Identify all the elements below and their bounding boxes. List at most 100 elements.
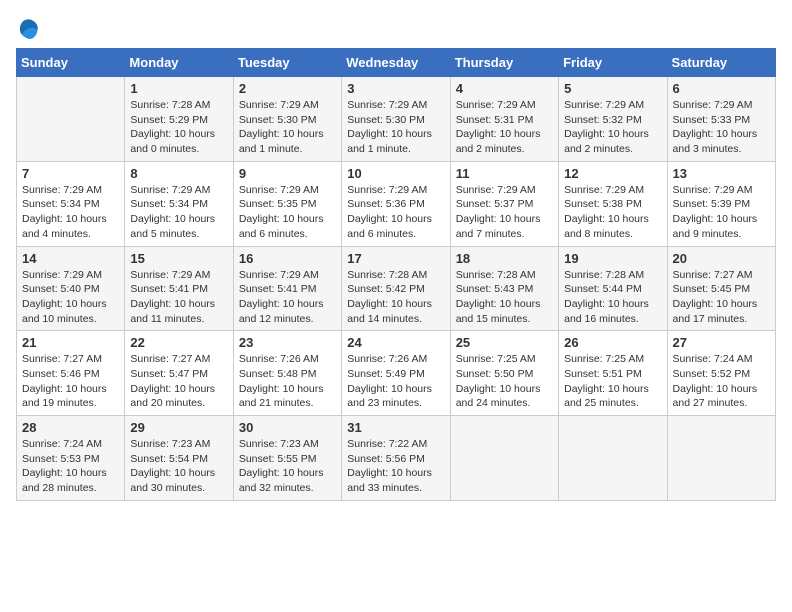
calendar-cell: 24 Sunrise: 7:26 AM Sunset: 5:49 PM Dayli…	[342, 331, 450, 416]
day-info: Sunrise: 7:29 AM Sunset: 5:30 PM Dayligh…	[347, 98, 444, 157]
calendar-cell: 30 Sunrise: 7:23 AM Sunset: 5:55 PM Dayli…	[233, 416, 341, 501]
day-number: 1	[130, 81, 227, 96]
day-info: Sunrise: 7:23 AM Sunset: 5:54 PM Dayligh…	[130, 437, 227, 496]
day-number: 17	[347, 251, 444, 266]
calendar-cell	[450, 416, 558, 501]
calendar-cell: 31Sunrise: 7:22 AM Sunset: 5:56 PM Dayli…	[342, 416, 450, 501]
calendar-cell	[17, 77, 125, 162]
day-number: 31	[347, 420, 444, 435]
calendar-cell: 29Sunrise: 7:23 AM Sunset: 5:54 PM Dayli…	[125, 416, 233, 501]
calendar-header-sunday: Sunday	[17, 49, 125, 77]
calendar-cell: 2 Sunrise: 7:29 AM Sunset: 5:30 PM Daylig…	[233, 77, 341, 162]
calendar-header-monday: Monday	[125, 49, 233, 77]
day-number: 5	[564, 81, 661, 96]
calendar-cell: 22 Sunrise: 7:27 AM Sunset: 5:47 PM Dayli…	[125, 331, 233, 416]
day-number: 21	[22, 335, 119, 350]
day-info: Sunrise: 7:29 AM Sunset: 5:34 PM Dayligh…	[22, 183, 119, 242]
day-info: Sunrise: 7:29 AM Sunset: 5:41 PM Dayligh…	[239, 268, 336, 327]
calendar-cell: 15 Sunrise: 7:29 AM Sunset: 5:41 PM Dayli…	[125, 246, 233, 331]
day-info: Sunrise: 7:29 AM Sunset: 5:35 PM Dayligh…	[239, 183, 336, 242]
calendar-cell	[559, 416, 667, 501]
calendar-cell: 6Sunrise: 7:29 AM Sunset: 5:33 PM Daylig…	[667, 77, 775, 162]
calendar-header-tuesday: Tuesday	[233, 49, 341, 77]
day-number: 30	[239, 420, 336, 435]
calendar-cell: 12Sunrise: 7:29 AM Sunset: 5:38 PM Dayli…	[559, 161, 667, 246]
calendar-cell: 28 Sunrise: 7:24 AM Sunset: 5:53 PM Dayli…	[17, 416, 125, 501]
day-info: Sunrise: 7:29 AM Sunset: 5:41 PM Dayligh…	[130, 268, 227, 327]
calendar-cell: 17 Sunrise: 7:28 AM Sunset: 5:42 PM Dayli…	[342, 246, 450, 331]
calendar-cell: 18 Sunrise: 7:28 AM Sunset: 5:43 PM Dayli…	[450, 246, 558, 331]
day-number: 18	[456, 251, 553, 266]
day-info: Sunrise: 7:28 AM Sunset: 5:44 PM Dayligh…	[564, 268, 661, 327]
calendar-header-wednesday: Wednesday	[342, 49, 450, 77]
day-number: 22	[130, 335, 227, 350]
page-header	[16, 16, 776, 40]
day-number: 20	[673, 251, 770, 266]
day-info: Sunrise: 7:28 AM Sunset: 5:42 PM Dayligh…	[347, 268, 444, 327]
day-number: 8	[130, 166, 227, 181]
calendar-table: SundayMondayTuesdayWednesdayThursdayFrid…	[16, 48, 776, 501]
day-info: Sunrise: 7:29 AM Sunset: 5:34 PM Dayligh…	[130, 183, 227, 242]
calendar-week-4: 21 Sunrise: 7:27 AM Sunset: 5:46 PM Dayli…	[17, 331, 776, 416]
day-number: 14	[22, 251, 119, 266]
calendar-week-2: 7 Sunrise: 7:29 AM Sunset: 5:34 PM Daylig…	[17, 161, 776, 246]
day-number: 23	[239, 335, 336, 350]
calendar-cell: 21 Sunrise: 7:27 AM Sunset: 5:46 PM Dayli…	[17, 331, 125, 416]
day-number: 9	[239, 166, 336, 181]
calendar-cell: 27 Sunrise: 7:24 AM Sunset: 5:52 PM Dayli…	[667, 331, 775, 416]
calendar-cell: 8 Sunrise: 7:29 AM Sunset: 5:34 PM Daylig…	[125, 161, 233, 246]
calendar-week-1: 1Sunrise: 7:28 AM Sunset: 5:29 PM Daylig…	[17, 77, 776, 162]
calendar-cell: 9 Sunrise: 7:29 AM Sunset: 5:35 PM Daylig…	[233, 161, 341, 246]
day-info: Sunrise: 7:27 AM Sunset: 5:47 PM Dayligh…	[130, 352, 227, 411]
day-info: Sunrise: 7:26 AM Sunset: 5:48 PM Dayligh…	[239, 352, 336, 411]
calendar-cell: 11 Sunrise: 7:29 AM Sunset: 5:37 PM Dayli…	[450, 161, 558, 246]
day-number: 27	[673, 335, 770, 350]
day-number: 7	[22, 166, 119, 181]
calendar-cell: 14 Sunrise: 7:29 AM Sunset: 5:40 PM Dayli…	[17, 246, 125, 331]
calendar-cell: 23 Sunrise: 7:26 AM Sunset: 5:48 PM Dayli…	[233, 331, 341, 416]
day-number: 6	[673, 81, 770, 96]
calendar-header-thursday: Thursday	[450, 49, 558, 77]
day-number: 12	[564, 166, 661, 181]
day-number: 15	[130, 251, 227, 266]
calendar-cell: 25 Sunrise: 7:25 AM Sunset: 5:50 PM Dayli…	[450, 331, 558, 416]
calendar-week-5: 28 Sunrise: 7:24 AM Sunset: 5:53 PM Dayli…	[17, 416, 776, 501]
calendar-body: 1Sunrise: 7:28 AM Sunset: 5:29 PM Daylig…	[17, 77, 776, 501]
day-info: Sunrise: 7:26 AM Sunset: 5:49 PM Dayligh…	[347, 352, 444, 411]
calendar-header-friday: Friday	[559, 49, 667, 77]
calendar-cell: 16 Sunrise: 7:29 AM Sunset: 5:41 PM Dayli…	[233, 246, 341, 331]
day-info: Sunrise: 7:29 AM Sunset: 5:36 PM Dayligh…	[347, 183, 444, 242]
day-info: Sunrise: 7:28 AM Sunset: 5:43 PM Dayligh…	[456, 268, 553, 327]
day-number: 25	[456, 335, 553, 350]
calendar-cell	[667, 416, 775, 501]
day-info: Sunrise: 7:29 AM Sunset: 5:37 PM Dayligh…	[456, 183, 553, 242]
day-info: Sunrise: 7:25 AM Sunset: 5:51 PM Dayligh…	[564, 352, 661, 411]
logo-icon	[16, 16, 40, 40]
day-number: 10	[347, 166, 444, 181]
day-info: Sunrise: 7:27 AM Sunset: 5:46 PM Dayligh…	[22, 352, 119, 411]
day-info: Sunrise: 7:29 AM Sunset: 5:31 PM Dayligh…	[456, 98, 553, 157]
day-info: Sunrise: 7:29 AM Sunset: 5:40 PM Dayligh…	[22, 268, 119, 327]
day-number: 11	[456, 166, 553, 181]
day-info: Sunrise: 7:23 AM Sunset: 5:55 PM Dayligh…	[239, 437, 336, 496]
calendar-cell: 19 Sunrise: 7:28 AM Sunset: 5:44 PM Dayli…	[559, 246, 667, 331]
calendar-cell: 20Sunrise: 7:27 AM Sunset: 5:45 PM Dayli…	[667, 246, 775, 331]
day-number: 24	[347, 335, 444, 350]
day-number: 2	[239, 81, 336, 96]
calendar-cell: 4Sunrise: 7:29 AM Sunset: 5:31 PM Daylig…	[450, 77, 558, 162]
day-number: 26	[564, 335, 661, 350]
day-info: Sunrise: 7:29 AM Sunset: 5:30 PM Dayligh…	[239, 98, 336, 157]
calendar-header-row: SundayMondayTuesdayWednesdayThursdayFrid…	[17, 49, 776, 77]
calendar-cell: 7 Sunrise: 7:29 AM Sunset: 5:34 PM Daylig…	[17, 161, 125, 246]
calendar-cell: 13Sunrise: 7:29 AM Sunset: 5:39 PM Dayli…	[667, 161, 775, 246]
calendar-cell: 26 Sunrise: 7:25 AM Sunset: 5:51 PM Dayli…	[559, 331, 667, 416]
day-number: 19	[564, 251, 661, 266]
day-info: Sunrise: 7:24 AM Sunset: 5:52 PM Dayligh…	[673, 352, 770, 411]
day-number: 16	[239, 251, 336, 266]
calendar-cell: 10 Sunrise: 7:29 AM Sunset: 5:36 PM Dayli…	[342, 161, 450, 246]
day-info: Sunrise: 7:24 AM Sunset: 5:53 PM Dayligh…	[22, 437, 119, 496]
day-number: 3	[347, 81, 444, 96]
day-info: Sunrise: 7:25 AM Sunset: 5:50 PM Dayligh…	[456, 352, 553, 411]
day-number: 28	[22, 420, 119, 435]
calendar-cell: 3 Sunrise: 7:29 AM Sunset: 5:30 PM Daylig…	[342, 77, 450, 162]
